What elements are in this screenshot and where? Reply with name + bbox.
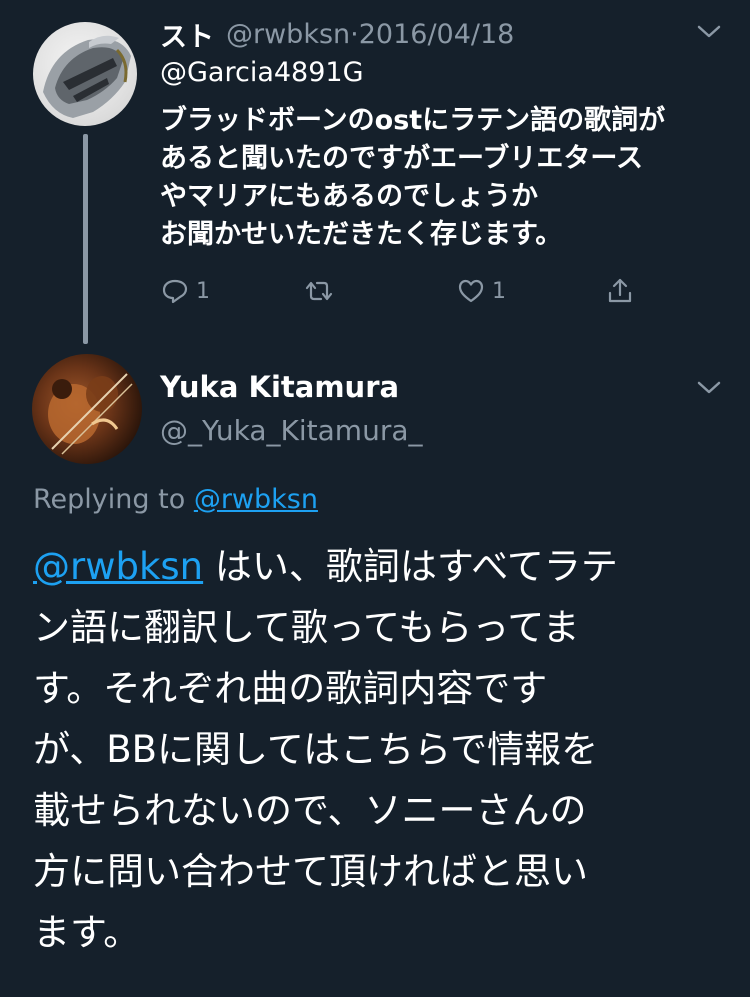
replying-to-link[interactable]: @rwbksn: [194, 484, 318, 515]
meta-separator: ·: [350, 18, 359, 50]
replying-to-line: Replying to @rwbksn: [33, 484, 318, 515]
parent-handle[interactable]: @rwbksn: [226, 19, 350, 50]
like-count: 1: [492, 278, 506, 304]
chevron-down-icon[interactable]: [695, 22, 723, 42]
reply-count: 1: [196, 278, 210, 304]
parent-action-bar: 1 1: [158, 276, 658, 316]
heart-icon: [458, 279, 484, 303]
reply-display-name[interactable]: Yuka Kitamura: [160, 370, 399, 404]
retweet-icon: [305, 281, 333, 301]
share-button[interactable]: [605, 276, 635, 306]
share-icon: [608, 278, 632, 303]
reply-avatar[interactable]: [32, 354, 142, 464]
parent-text-line: あると聞いたのですがエーブリエタース: [160, 143, 644, 174]
parent-text-line: やマリアにもあるのでしょうか: [160, 181, 538, 212]
parent-tweet-text: ブラッドボーンのostにラテン語の歌詞が あると聞いたのですがエーブリエタース …: [160, 102, 730, 254]
retweet-button[interactable]: [304, 276, 340, 306]
parent-date[interactable]: 2016/04/18: [359, 19, 515, 50]
parent-handle-date: @rwbksn·2016/04/18: [226, 19, 514, 50]
parent-mention[interactable]: @Garcia4891G: [160, 57, 364, 88]
reply-text-line: ン語に翻訳して歌ってもらってま: [33, 606, 580, 649]
replying-to-prefix: Replying to: [33, 484, 186, 515]
reply-mention-link[interactable]: @rwbksn: [33, 545, 203, 588]
parent-display-name[interactable]: スト: [160, 15, 214, 54]
reply-button[interactable]: 1: [160, 276, 210, 306]
reply-text-line: す。それぞれ曲の歌詞内容です: [33, 667, 548, 710]
reply-handle[interactable]: @_Yuka_Kitamura_: [160, 414, 423, 447]
reply-text-line: ます。: [33, 911, 141, 954]
reply-tweet-text: @rwbksn はい、歌詞はすべてラテ ン語に翻訳して歌ってもらってま す。それ…: [33, 536, 723, 963]
reply-text-line: @rwbksn はい、歌詞はすべてラテ: [33, 536, 723, 597]
reply-text-line: 載せられないので、ソニーさんの: [33, 789, 587, 832]
reply-first-line-text: はい、歌詞はすべてラテ: [203, 545, 618, 588]
reply-icon: [162, 279, 188, 304]
reply-text-line: 方に問い合わせて頂ければと思い: [33, 850, 588, 893]
parent-text-line: ブラッドボーンのostにラテン語の歌詞が: [160, 105, 666, 136]
parent-header: スト @rwbksn·2016/04/18: [160, 14, 514, 54]
parent-avatar[interactable]: [33, 22, 137, 126]
chevron-down-icon[interactable]: [695, 378, 723, 398]
reply-text-line: が、BBに関してはこちらで情報を: [33, 728, 599, 771]
like-button[interactable]: 1: [456, 276, 506, 306]
parent-text-line: お聞かせいただきたく存じます。: [160, 219, 563, 250]
thread-line: [83, 134, 88, 344]
